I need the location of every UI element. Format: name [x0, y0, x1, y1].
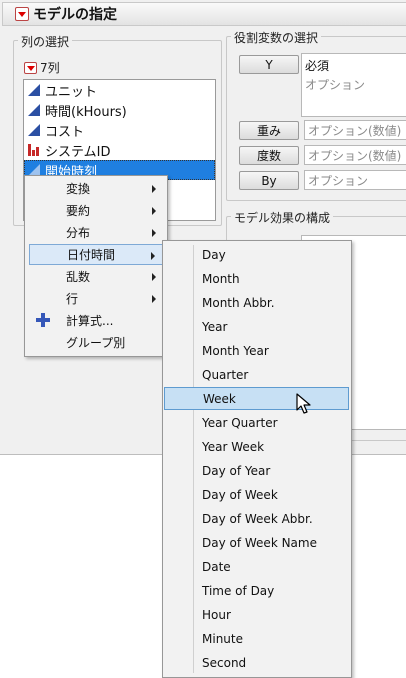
- by-field[interactable]: オプション: [304, 170, 406, 190]
- submenu-item-label: Minute: [202, 632, 243, 646]
- menu-item-label: グループ別: [66, 334, 125, 351]
- submenu-item-label: Date: [202, 560, 231, 574]
- submenu-item-label: Year: [202, 320, 227, 334]
- submenu-arrow-icon: [152, 229, 156, 237]
- column-count[interactable]: 7列: [24, 59, 60, 76]
- submenu-item-day-of-week-name[interactable]: Day of Week Name: [164, 531, 349, 554]
- menu-item-date-time[interactable]: 日付時間: [29, 244, 164, 265]
- submenu-item-label: Day of Week Abbr.: [202, 512, 313, 526]
- menu-item-formula[interactable]: 計算式...: [29, 310, 164, 331]
- continuous-icon: [28, 84, 40, 96]
- menu-item-label: 要約: [66, 202, 90, 219]
- submenu-arrow-icon: [152, 273, 156, 281]
- column-item-unit[interactable]: ユニット: [24, 80, 215, 100]
- submenu-arrow-icon: [151, 252, 155, 260]
- submenu-item-label: Day of Week: [202, 488, 278, 502]
- menu-item-label: 日付時間: [67, 246, 115, 263]
- y-role-button[interactable]: Y: [239, 55, 299, 74]
- continuous-icon: [28, 124, 40, 136]
- window-title: モデルの指定: [33, 4, 117, 24]
- submenu-arrow-icon: [152, 185, 156, 193]
- submenu-item-month-year[interactable]: Month Year: [164, 339, 349, 362]
- role-selection-legend: 役割変数の選択: [231, 29, 321, 46]
- submenu-item-day-of-week[interactable]: Day of Week: [164, 483, 349, 506]
- menu-item-transform[interactable]: 変換: [29, 178, 164, 199]
- submenu-arrow-icon: [152, 207, 156, 215]
- submenu-item-label: Second: [202, 656, 246, 670]
- submenu-item-label: Day: [202, 248, 226, 262]
- submenu-item-hour[interactable]: Hour: [164, 603, 349, 626]
- submenu-item-label: Day of Week Name: [202, 536, 317, 550]
- menu-item-random[interactable]: 乱数: [29, 266, 164, 287]
- plus-icon: [36, 313, 50, 327]
- y-optional-label: オプション: [305, 76, 365, 93]
- date-time-submenu: Day Month Month Abbr. Year Month Year Qu…: [162, 240, 352, 678]
- submenu-item-label: Month Abbr.: [202, 296, 275, 310]
- column-item-system-id[interactable]: システムID: [24, 140, 215, 160]
- y-role-list[interactable]: 必須 オプション: [301, 53, 406, 117]
- submenu-item-label: Year Week: [202, 440, 264, 454]
- mouse-cursor-icon: [296, 393, 312, 415]
- submenu-item-label: Time of Day: [202, 584, 274, 598]
- submenu-item-label: Month: [202, 272, 240, 286]
- red-triangle-menu-icon[interactable]: [15, 7, 29, 21]
- menu-item-row[interactable]: 行: [29, 288, 164, 309]
- freq-field[interactable]: オプション(数値): [304, 145, 406, 165]
- column-count-label: 7列: [40, 59, 60, 76]
- freq-role-button[interactable]: 度数: [239, 146, 299, 165]
- column-item-cost[interactable]: コスト: [24, 120, 215, 140]
- column-item-time[interactable]: 時間(kHours): [24, 100, 215, 120]
- submenu-item-minute[interactable]: Minute: [164, 627, 349, 650]
- submenu-item-quarter[interactable]: Quarter: [164, 363, 349, 386]
- nominal-icon: [28, 144, 40, 156]
- menu-item-label: 計算式...: [66, 312, 113, 329]
- submenu-item-label: Week: [203, 392, 236, 406]
- column-label: ユニット: [45, 81, 97, 100]
- menu-item-summary[interactable]: 要約: [29, 200, 164, 221]
- submenu-arrow-icon: [152, 295, 156, 303]
- submenu-item-date[interactable]: Date: [164, 555, 349, 578]
- menu-item-distribution[interactable]: 分布: [29, 222, 164, 243]
- submenu-item-year-quarter[interactable]: Year Quarter: [164, 411, 349, 434]
- submenu-item-day-of-week-abbr[interactable]: Day of Week Abbr.: [164, 507, 349, 530]
- model-effects-legend: モデル効果の構成: [231, 209, 333, 226]
- submenu-item-month-abbr[interactable]: Month Abbr.: [164, 291, 349, 314]
- role-selection-group: 役割変数の選択 Y 必須 オプション 重み オプション(数値) 度数 オプション…: [226, 36, 406, 201]
- column-label: システムID: [45, 141, 110, 160]
- column-count-menu-icon[interactable]: [24, 62, 37, 74]
- submenu-item-label: Year Quarter: [202, 416, 278, 430]
- column-label: コスト: [45, 121, 84, 140]
- column-context-menu: 変換 要約 分布 日付時間 乱数 行 計算式... グループ別: [24, 175, 168, 357]
- menu-item-group-by[interactable]: グループ別: [29, 332, 164, 353]
- submenu-item-day[interactable]: Day: [164, 243, 349, 266]
- submenu-item-label: Day of Year: [202, 464, 270, 478]
- continuous-icon: [28, 104, 40, 116]
- menu-item-label: 行: [66, 290, 78, 307]
- menu-item-label: 分布: [66, 224, 90, 241]
- submenu-item-year[interactable]: Year: [164, 315, 349, 338]
- column-selection-legend: 列の選択: [18, 33, 72, 50]
- submenu-item-time-of-day[interactable]: Time of Day: [164, 579, 349, 602]
- submenu-item-year-week[interactable]: Year Week: [164, 435, 349, 458]
- menu-item-label: 乱数: [66, 268, 90, 285]
- column-label: 時間(kHours): [45, 101, 127, 120]
- submenu-item-month[interactable]: Month: [164, 267, 349, 290]
- y-required-label: 必須: [305, 57, 329, 74]
- weight-field[interactable]: オプション(数値): [304, 120, 406, 140]
- submenu-item-label: Quarter: [202, 368, 248, 382]
- submenu-item-second[interactable]: Second: [164, 651, 349, 674]
- title-bar: モデルの指定: [2, 2, 406, 26]
- submenu-item-label: Hour: [202, 608, 231, 622]
- by-role-button[interactable]: By: [239, 171, 299, 190]
- menu-item-label: 変換: [66, 180, 90, 197]
- submenu-item-day-of-year[interactable]: Day of Year: [164, 459, 349, 482]
- submenu-item-week[interactable]: Week: [164, 387, 349, 410]
- weight-role-button[interactable]: 重み: [239, 121, 299, 140]
- submenu-item-label: Month Year: [202, 344, 269, 358]
